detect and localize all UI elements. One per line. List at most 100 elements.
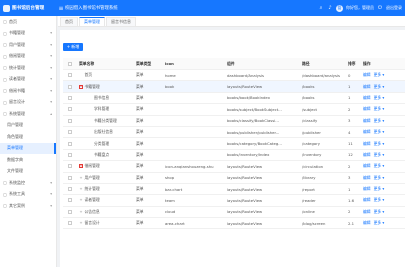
sidebar-item[interactable]: 文件管理 (0, 166, 56, 178)
more-dropdown[interactable]: 更多 ▾ (374, 118, 385, 124)
sidebar-item[interactable]: 用户管理 (0, 120, 56, 132)
edit-link[interactable]: 编辑 (363, 186, 371, 192)
sidebar-item[interactable]: ▢ 其它案例 ▾ (0, 200, 56, 212)
table-row[interactable]: 图书信息 菜单 books/book/BookIndex/books 1 编辑 更多 ▾ (63, 93, 405, 105)
row-checkbox[interactable] (68, 107, 73, 112)
user-greeting[interactable]: 你好您，管理员 (346, 5, 374, 11)
more-dropdown[interactable]: 更多 ▾ (374, 106, 385, 112)
more-dropdown[interactable]: 更多 ▾ (374, 72, 385, 78)
more-dropdown[interactable]: 更多 ▾ (374, 152, 385, 158)
expand-toggle-icon[interactable]: + (79, 164, 83, 169)
expand-toggle-icon[interactable]: − (79, 84, 83, 89)
row-checkbox[interactable] (68, 221, 73, 226)
edit-link[interactable]: 编辑 (363, 84, 371, 90)
row-checkbox[interactable] (68, 152, 73, 157)
more-dropdown[interactable]: 更多 ▾ (374, 175, 385, 181)
expand-toggle-icon[interactable]: + (79, 187, 83, 191)
table-row[interactable]: 书籍分类管理 菜单 books/classify/BookClassi... /cla… (63, 116, 405, 127)
row-checkbox[interactable] (68, 198, 73, 203)
select-all-checkbox[interactable] (68, 61, 73, 66)
edit-link[interactable]: 编辑 (363, 141, 371, 147)
more-dropdown[interactable]: 更多 ▾ (374, 95, 385, 101)
edit-link[interactable]: 编辑 (363, 72, 371, 78)
more-dropdown[interactable]: 更多 ▾ (374, 209, 385, 215)
table-row[interactable]: + 统计管理 菜单 bar-chart layouts/RouteView/report… (63, 184, 405, 196)
more-dropdown[interactable]: 更多 ▾ (374, 129, 385, 135)
row-checkbox[interactable] (68, 209, 73, 214)
table-row[interactable]: 学科管理 菜单 books/subject/BookSubject... /subje… (63, 104, 405, 116)
bell-icon[interactable]: ♪ (327, 5, 333, 11)
tab[interactable]: 留言书信息 (106, 17, 136, 26)
sidebar-item[interactable]: ▢ 统计管理 ▾ (0, 62, 56, 74)
sidebar-item[interactable]: ▢ 留言设计 ▾ (0, 97, 56, 109)
edit-link[interactable]: 编辑 (363, 175, 371, 181)
sidebar-item-label: 书籍管理 (9, 30, 25, 36)
sidebar-item[interactable]: ▢ 读者管理 ▾ (0, 74, 56, 86)
row-checkbox[interactable] (68, 175, 73, 180)
more-dropdown[interactable]: 更多 ▾ (374, 163, 385, 169)
sidebar-item[interactable]: ▢ 系统工具 ▾ (0, 189, 56, 201)
row-checkbox[interactable] (68, 141, 73, 146)
edit-link[interactable]: 编辑 (363, 95, 371, 101)
edit-link[interactable]: 编辑 (363, 163, 371, 169)
expand-toggle-icon[interactable]: + (79, 198, 83, 202)
expand-toggle-icon[interactable]: + (79, 176, 83, 180)
row-checkbox[interactable] (68, 73, 73, 78)
logo-icon (3, 4, 10, 12)
sidebar-item[interactable]: ▢ 书籍管理 ▾ (0, 28, 56, 40)
table-row[interactable]: 书籍盘点 菜单 books/inventory/Index/inventory 12 编… (63, 150, 405, 162)
search-icon[interactable]: ⌕ (318, 5, 324, 11)
tab[interactable]: 菜单管理 (79, 17, 105, 26)
edit-link[interactable]: 编辑 (363, 129, 371, 135)
menu-type: 菜单 (136, 197, 144, 203)
edit-link[interactable]: 编辑 (363, 209, 371, 215)
edit-link[interactable]: 编辑 (363, 106, 371, 112)
sidebar-item[interactable]: 数据字典 (0, 154, 56, 166)
more-dropdown[interactable]: 更多 ▾ (374, 141, 385, 147)
row-checkbox[interactable] (68, 187, 73, 192)
more-dropdown[interactable]: 更多 ▾ (374, 197, 385, 203)
sidebar-item[interactable]: 角色管理 (0, 131, 56, 143)
edit-link[interactable]: 编辑 (363, 197, 371, 203)
sidebar-item[interactable]: 菜单管理 (0, 142, 56, 154)
row-checkbox[interactable] (68, 164, 73, 169)
table-row[interactable]: − 书籍管理 菜单 book layouts/RouteView/books 1 编辑 更多 … (63, 81, 405, 93)
edit-link[interactable]: 编辑 (363, 152, 371, 158)
edit-link[interactable]: 编辑 (363, 220, 371, 226)
more-dropdown[interactable]: 更多 ▾ (374, 220, 385, 226)
sidebar-item[interactable]: ▢ 借阅管理 ▾ (0, 51, 56, 63)
menu-path: /classify (302, 118, 318, 124)
logout-link[interactable]: 退出登录 (386, 5, 402, 11)
menu-toggle-icon[interactable]: ≡ (57, 5, 65, 12)
more-dropdown[interactable]: 更多 ▾ (374, 84, 385, 90)
table-row[interactable]: + 留言设计 菜单 area-chart layouts/RouteView/blog/… (63, 218, 405, 230)
row-checkbox[interactable] (68, 118, 73, 123)
add-button[interactable]: + 新增 (63, 43, 83, 51)
table-row[interactable]: 分类管理 菜单 books/category/BookCateg... /catego… (63, 138, 405, 150)
table-row[interactable]: + 借阅管理 菜单 icon-anqianshouzeng-shu layouts/Ro… (63, 161, 405, 173)
more-dropdown[interactable]: 更多 ▾ (374, 186, 385, 192)
expand-toggle-icon[interactable]: + (79, 221, 83, 225)
row-checkbox[interactable] (68, 95, 73, 100)
table-row[interactable]: + 用户管理 菜单 shop layouts/RouteView/library 3 编辑更… (63, 173, 405, 184)
table-row[interactable]: 出版社信息 菜单 books/publisher/publisher... /publ… (63, 127, 405, 139)
row-checkbox[interactable] (68, 130, 73, 135)
chevron-icon: ▴ (50, 111, 52, 116)
row-actions: 编辑 更多 ▾ (363, 129, 405, 135)
sidebar-item[interactable]: ▢ 系统监控 ▾ (0, 177, 56, 189)
tab[interactable]: 首页 (60, 17, 78, 26)
brand[interactable]: 图书馆后台管理 (0, 0, 57, 16)
table-row[interactable]: + 公告信息 菜单 cloud layouts/RouteView/online 2 编辑更… (63, 207, 405, 219)
avatar[interactable]: 管 (336, 4, 343, 12)
edit-link[interactable]: 编辑 (363, 118, 371, 124)
sidebar-item[interactable]: ▢ 首页 (0, 16, 56, 28)
table-row[interactable]: + 读者管理 菜单 team layouts/RouteView/reader 1.6 编辑… (63, 195, 405, 207)
row-checkbox[interactable] (68, 84, 73, 89)
menu-type: 菜单 (136, 129, 144, 135)
expand-toggle-icon[interactable]: + (79, 210, 83, 214)
sidebar-item[interactable]: ▢ 系统管理 ▴ (0, 108, 56, 120)
table-row[interactable]: 首页 菜单 home dashboard/Analysis/dashboard/ana… (63, 70, 405, 82)
sidebar-item[interactable]: ▢ 借阅书籍 ▾ (0, 85, 56, 97)
logout-icon[interactable]: ⏻ (377, 5, 383, 11)
sidebar-item[interactable]: ▢ 用户管理 ▾ (0, 39, 56, 51)
